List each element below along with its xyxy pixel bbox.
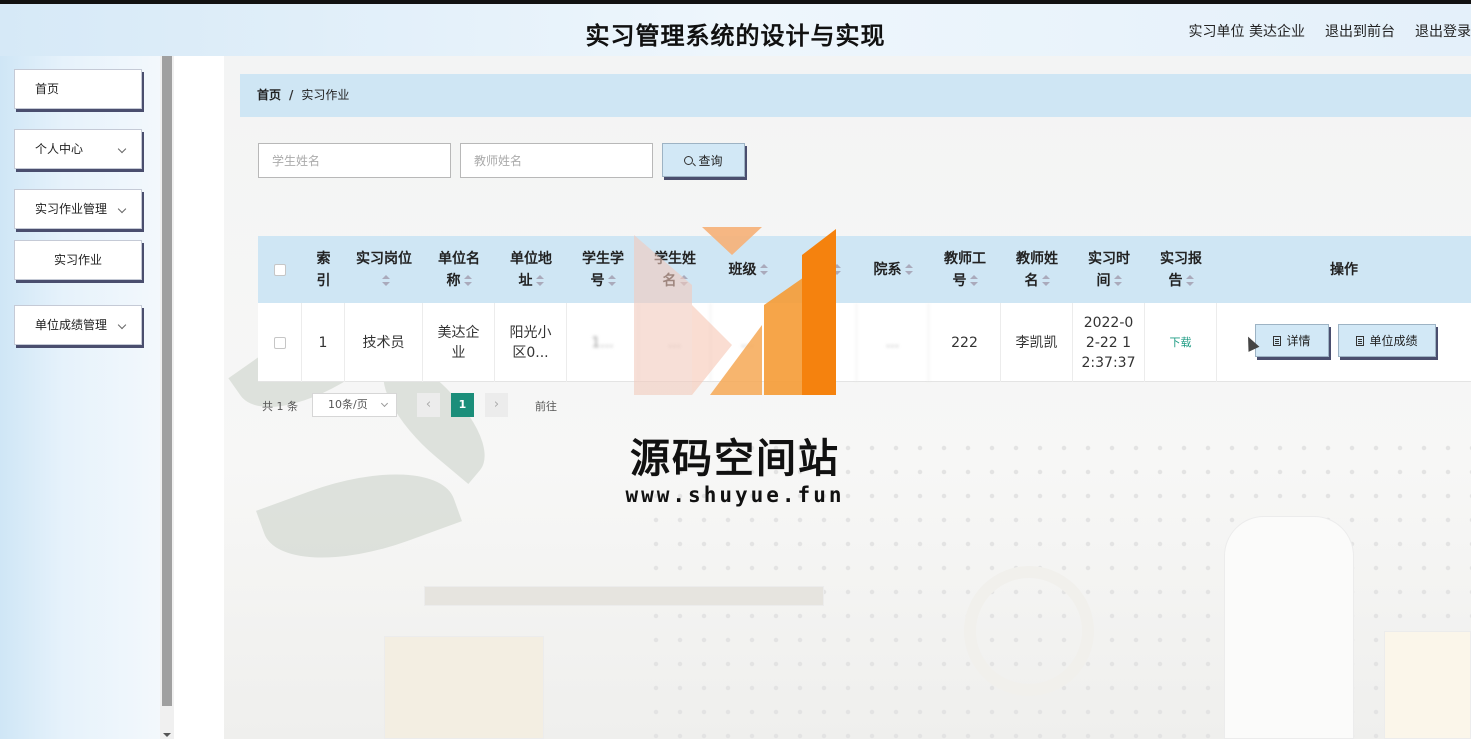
sort-icon[interactable] xyxy=(535,274,544,287)
sort-icon[interactable] xyxy=(381,274,390,287)
breadcrumb: 首页 / 实习作业 xyxy=(240,74,1471,117)
sort-icon[interactable] xyxy=(1041,274,1050,287)
column-header-actions: 操作 xyxy=(1330,261,1358,278)
pagination-total: 共 1 条 xyxy=(262,400,298,413)
sidebar-subitem-homework[interactable]: 实习作业 xyxy=(14,240,142,280)
chevron-down-icon xyxy=(117,144,127,154)
row-checkbox[interactable] xyxy=(273,336,286,349)
cell-time: 2022-0 2-22 1 2:37:37 xyxy=(1073,303,1145,382)
cell-class: ... xyxy=(711,303,785,382)
chevron-down-icon xyxy=(380,399,389,408)
sidebar-item-label: 单位成绩管理 xyxy=(35,318,108,332)
background-cylinder-decoration xyxy=(1224,516,1354,739)
background-shelf-decoration xyxy=(424,586,824,606)
scroll-down-arrow-icon[interactable] xyxy=(163,733,171,737)
document-icon xyxy=(1356,335,1365,346)
prev-page-button[interactable]: ‹ xyxy=(417,393,440,417)
sort-icon[interactable] xyxy=(969,274,978,287)
column-header-student-name[interactable]: 学生姓 名 xyxy=(639,236,711,303)
cell-teacher-name: 李凯凯 xyxy=(1001,303,1073,382)
homework-table: 索 引 实习岗位 单位名 称 单位地 址 学生学 号 学生姓 名 班级 专业 院… xyxy=(258,236,1471,382)
column-header-student-id[interactable]: 学生学 号 xyxy=(567,236,639,303)
column-header-company-name[interactable]: 单位名 称 xyxy=(423,236,495,303)
logout-link[interactable]: 退出登录 xyxy=(1415,21,1471,41)
page-size-select[interactable]: 10条/页 xyxy=(312,393,397,417)
back-to-front-link[interactable]: 退出到前台 xyxy=(1325,21,1395,41)
column-header-major[interactable]: 专业 xyxy=(785,236,857,303)
sort-icon[interactable] xyxy=(832,263,841,276)
column-header-company-address[interactable]: 单位地 址 xyxy=(495,236,567,303)
scrollbar-thumb[interactable] xyxy=(162,56,172,706)
chevron-down-icon xyxy=(117,204,127,214)
background-leaf-decoration xyxy=(256,445,462,587)
cell-department: ... xyxy=(857,303,929,382)
header-select-all xyxy=(258,236,302,303)
background-box-decoration xyxy=(384,636,544,739)
column-header-department[interactable]: 院系 xyxy=(857,236,929,303)
search-button[interactable]: 查询 xyxy=(662,143,745,177)
document-icon xyxy=(1273,335,1282,346)
row-select-cell xyxy=(258,303,302,382)
cell-position: 技术员 xyxy=(345,303,423,382)
sidebar-item-homework-management[interactable]: 实习作业管理 xyxy=(14,189,142,229)
column-header-class[interactable]: 班级 xyxy=(711,236,785,303)
background-box-decoration xyxy=(1384,631,1471,739)
sort-icon[interactable] xyxy=(463,274,472,287)
header-actions: 实习单位 美达企业 退出到前台 退出登录 xyxy=(1169,21,1471,41)
cell-index: 1 xyxy=(302,303,345,382)
select-all-checkbox[interactable] xyxy=(274,263,286,276)
company-score-button[interactable]: 单位成绩 xyxy=(1338,324,1436,357)
cell-report: 下载 xyxy=(1145,303,1217,382)
sidebar-item-label: 实习作业管理 xyxy=(35,202,108,216)
sidebar-item-personal-center[interactable]: 个人中心 xyxy=(14,129,142,169)
cell-student-name: ... xyxy=(639,303,711,382)
column-header-position[interactable]: 实习岗位 xyxy=(345,236,423,303)
app-header: 实习管理系统的设计与实现 实习单位 美达企业 退出到前台 退出登录 xyxy=(0,4,1471,56)
cell-student-id: 1... xyxy=(567,303,639,382)
search-icon xyxy=(684,155,694,165)
column-header-teacher-id[interactable]: 教师工 号 xyxy=(929,236,1001,303)
cell-company-name: 美达企 业 xyxy=(423,303,495,382)
table-header: 索 引 实习岗位 单位名 称 单位地 址 学生学 号 学生姓 名 班级 专业 院… xyxy=(258,236,1471,303)
column-header-time[interactable]: 实习时 间 xyxy=(1073,236,1145,303)
sidebar-item-label: 首页 xyxy=(35,82,60,96)
sidebar-item-home[interactable]: 首页 xyxy=(14,69,142,109)
sort-icon[interactable] xyxy=(1113,274,1122,287)
cell-company-address: 阳光小 区0... xyxy=(495,303,567,382)
download-report-link[interactable]: 下载 xyxy=(1170,333,1192,353)
detail-button[interactable]: 详情 xyxy=(1255,324,1329,357)
column-header-index[interactable]: 索 引 xyxy=(302,236,345,303)
column-header-teacher-name[interactable]: 教师姓 名 xyxy=(1001,236,1073,303)
sidebar-gap xyxy=(174,56,224,739)
chevron-down-icon xyxy=(117,320,127,330)
sidebar-item-score-management[interactable]: 单位成绩管理 xyxy=(14,305,142,345)
sidebar-scrollbar[interactable] xyxy=(160,56,174,739)
breadcrumb-current: 实习作业 xyxy=(301,88,350,102)
teacher-name-input[interactable] xyxy=(460,143,653,178)
sidebar-item-label: 实习作业 xyxy=(53,253,102,267)
sort-icon[interactable] xyxy=(904,263,913,276)
next-page-button[interactable]: › xyxy=(485,393,508,417)
sort-icon[interactable] xyxy=(679,274,688,287)
sort-icon[interactable] xyxy=(607,274,616,287)
search-button-label: 查询 xyxy=(698,153,723,168)
sort-icon[interactable] xyxy=(1185,274,1194,287)
sidebar-item-label: 个人中心 xyxy=(35,142,84,156)
cell-teacher-id: 222 xyxy=(929,303,1001,382)
table-row: 1 技术员 美达企 业 阳光小 区0... 1... ... ... ... .… xyxy=(258,303,1471,382)
page-number-button[interactable]: 1 xyxy=(451,393,474,417)
sort-icon[interactable] xyxy=(759,263,768,276)
column-header-report[interactable]: 实习报 告 xyxy=(1145,236,1217,303)
background-ring-decoration xyxy=(964,566,1094,696)
student-name-input[interactable] xyxy=(258,143,451,178)
pagination-goto-label: 前往 xyxy=(535,400,557,413)
breadcrumb-separator: / xyxy=(289,88,294,102)
cell-major: ... xyxy=(785,303,857,382)
user-info: 实习单位 美达企业 xyxy=(1188,24,1305,40)
breadcrumb-home[interactable]: 首页 xyxy=(257,88,281,102)
